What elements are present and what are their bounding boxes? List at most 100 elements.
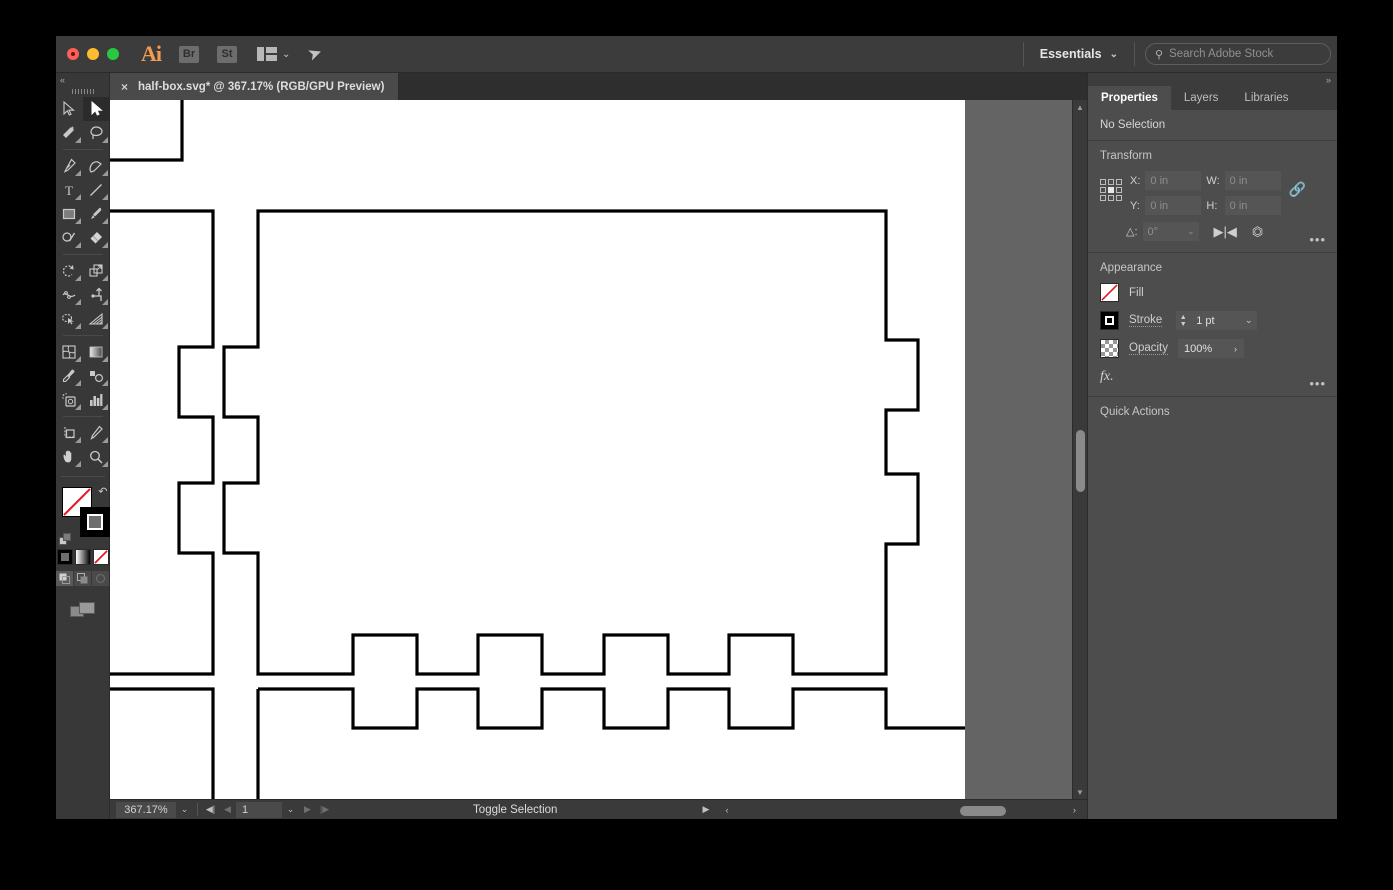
stroke-label[interactable]: Stroke	[1129, 314, 1162, 327]
tab-properties[interactable]: Properties	[1088, 86, 1171, 110]
eyedropper-tool[interactable]	[56, 364, 83, 388]
scale-tool[interactable]	[83, 259, 110, 283]
h-field[interactable]	[1225, 196, 1281, 215]
x-field[interactable]	[1145, 171, 1201, 190]
line-segment-tool[interactable]	[83, 178, 110, 202]
perspective-grid-tool[interactable]	[83, 307, 110, 331]
type-tool[interactable]: T	[56, 178, 83, 202]
rotate-tool[interactable]	[56, 259, 83, 283]
zoom-tool[interactable]	[83, 445, 110, 469]
stroke-weight-value[interactable]: 1 pt	[1190, 311, 1240, 330]
panel-expand-button[interactable]: »	[1088, 73, 1337, 86]
opacity-value[interactable]: 100%	[1178, 339, 1227, 358]
width-tool[interactable]	[56, 283, 83, 307]
stroke-swatch[interactable]	[1100, 311, 1119, 330]
paintbrush-tool[interactable]	[83, 202, 110, 226]
appearance-more-options[interactable]: •••	[1309, 376, 1326, 391]
shape-builder-tool[interactable]	[56, 307, 83, 331]
shaper-tool[interactable]	[56, 226, 83, 250]
fx-button[interactable]: fx.	[1100, 369, 1114, 384]
swap-fill-stroke-icon[interactable]: ↶	[98, 485, 107, 498]
stroke-weight-dropdown[interactable]: ⌄	[1240, 311, 1257, 330]
lasso-tool[interactable]	[83, 121, 110, 145]
bridge-icon[interactable]: Br	[179, 46, 199, 63]
document-tab[interactable]: × half-box.svg* @ 367.17% (RGB/GPU Previ…	[110, 73, 399, 100]
maximize-window-button[interactable]	[107, 48, 119, 60]
gradient-tool[interactable]	[83, 340, 110, 364]
default-fill-stroke-icon[interactable]	[59, 533, 72, 546]
w-field[interactable]	[1225, 171, 1281, 190]
draw-normal-icon[interactable]	[56, 571, 73, 586]
vertical-scroll-thumb[interactable]	[1076, 430, 1085, 492]
horizontal-scroll-thumb[interactable]	[960, 806, 1006, 816]
tools-collapse-button[interactable]: «	[56, 73, 109, 87]
opacity-label[interactable]: Opacity	[1129, 342, 1168, 355]
hand-tool[interactable]	[56, 445, 83, 469]
column-graph-tool[interactable]	[83, 388, 110, 412]
change-screen-mode-icon[interactable]	[70, 602, 96, 623]
tools-panel: «	[56, 73, 110, 819]
workspace-label: Essentials	[1040, 47, 1102, 61]
reference-point-selector[interactable]	[1100, 179, 1122, 201]
tools-drag-handle[interactable]	[72, 89, 94, 94]
direct-selection-tool[interactable]	[83, 97, 110, 121]
scroll-right-arrow[interactable]: ›	[1066, 802, 1083, 818]
artwork-finger-joint-panels[interactable]	[110, 100, 965, 799]
search-adobe-stock-input[interactable]: ⚲ Search Adobe Stock	[1145, 43, 1331, 65]
free-transform-tool[interactable]	[83, 283, 110, 307]
y-field[interactable]	[1145, 196, 1201, 215]
draw-behind-icon[interactable]	[74, 571, 91, 586]
opacity-options-button[interactable]: ›	[1227, 339, 1244, 358]
color-swatch-button[interactable]	[57, 549, 73, 565]
tab-libraries[interactable]: Libraries	[1231, 86, 1301, 110]
stroke-weight-stepper[interactable]: ▲▼	[1176, 311, 1190, 330]
opacity-swatch[interactable]	[1100, 339, 1119, 358]
symbol-sprayer-tool[interactable]	[56, 388, 83, 412]
none-swatch-button[interactable]	[93, 549, 109, 565]
mesh-tool[interactable]	[56, 340, 83, 364]
zoom-level-field[interactable]: 367.17%	[116, 802, 176, 818]
previous-artboard-button[interactable]: ◀	[219, 802, 236, 818]
magic-wand-tool[interactable]	[56, 121, 83, 145]
blend-tool[interactable]	[83, 364, 110, 388]
horizontal-scrollbar[interactable]: ‹ ›	[715, 802, 1088, 818]
transform-more-options[interactable]: •••	[1309, 232, 1326, 247]
artboard-dropdown-icon[interactable]: ⌄	[282, 802, 299, 818]
flip-vertical-icon[interactable]: ⏣	[1252, 224, 1263, 240]
eraser-tool[interactable]	[83, 226, 110, 250]
selection-tool[interactable]	[56, 97, 83, 121]
flip-horizontal-icon[interactable]: ▶|◀	[1214, 224, 1237, 240]
zoom-dropdown-icon[interactable]: ⌄	[176, 802, 193, 818]
stock-icon[interactable]: St	[217, 46, 237, 63]
next-artboard-button[interactable]: ▶	[299, 802, 316, 818]
curvature-tool[interactable]	[83, 154, 110, 178]
close-icon[interactable]: ×	[121, 80, 128, 94]
last-artboard-button[interactable]: |▶	[316, 802, 333, 818]
link-proportions-icon[interactable]: 🔗	[1289, 181, 1306, 198]
fill-swatch-none[interactable]	[1100, 283, 1119, 302]
artboard-tool[interactable]	[56, 421, 83, 445]
pen-tool[interactable]	[56, 154, 83, 178]
gradient-swatch-button[interactable]	[75, 549, 91, 565]
slice-tool[interactable]	[83, 421, 110, 445]
canvas[interactable]	[110, 100, 1072, 799]
artboard-number-field[interactable]: 1	[236, 802, 282, 818]
draw-inside-icon[interactable]	[92, 571, 109, 586]
artboard[interactable]	[110, 100, 965, 799]
angle-field[interactable]: 0° ⌄	[1143, 222, 1199, 241]
document-tab-bar: × half-box.svg* @ 367.17% (RGB/GPU Previ…	[110, 73, 1087, 100]
tab-layers[interactable]: Layers	[1171, 86, 1232, 110]
first-artboard-button[interactable]: ◀|	[202, 802, 219, 818]
workspace-switcher[interactable]: Essentials ⌄	[1034, 47, 1124, 61]
rectangle-tool[interactable]	[56, 202, 83, 226]
minimize-window-button[interactable]	[87, 48, 99, 60]
scroll-left-arrow[interactable]: ‹	[719, 802, 736, 818]
rocket-icon[interactable]: ➤	[305, 42, 325, 66]
status-menu-arrow[interactable]: ▶	[698, 802, 715, 818]
vertical-scrollbar[interactable]: ▲ ▼	[1072, 100, 1087, 799]
stroke-swatch-black[interactable]	[80, 507, 110, 537]
close-window-button[interactable]	[67, 48, 79, 60]
scroll-up-arrow[interactable]: ▲	[1073, 100, 1087, 114]
scroll-down-arrow[interactable]: ▼	[1073, 785, 1087, 799]
arrange-documents-icon[interactable]: ⌄	[257, 47, 290, 61]
